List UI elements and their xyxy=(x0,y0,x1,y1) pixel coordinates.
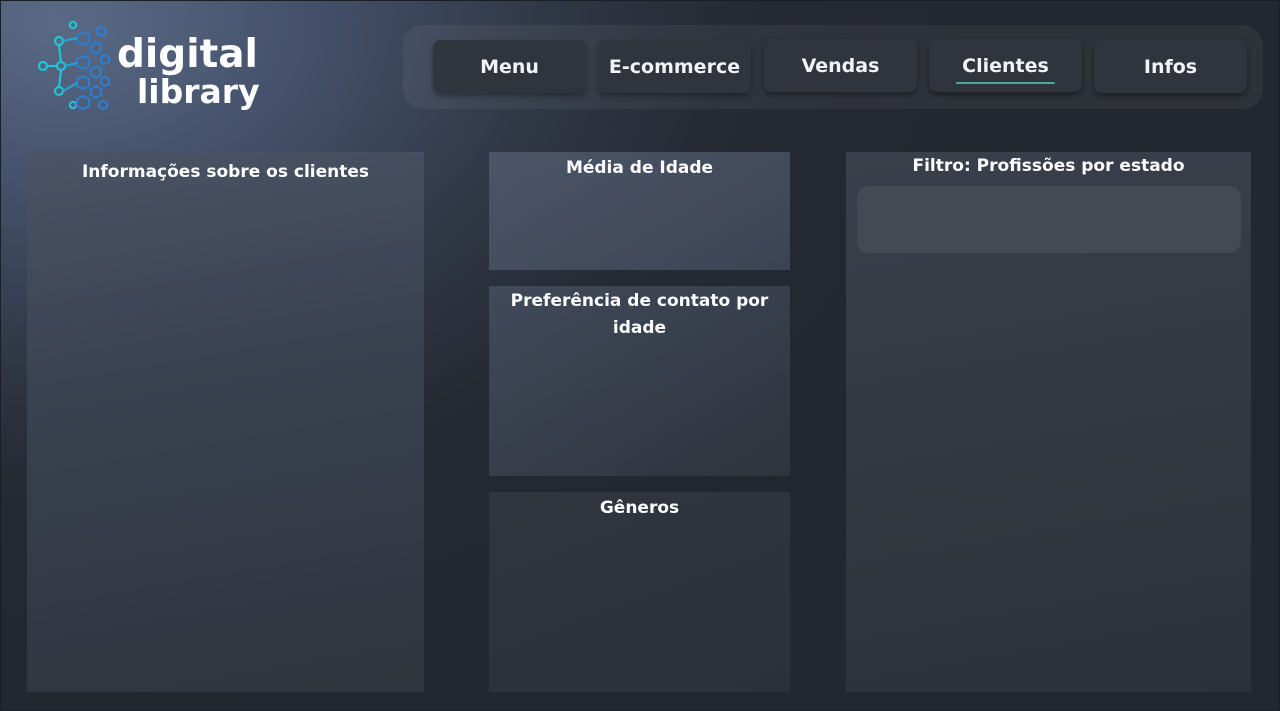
top-navigation: Menu E-commerce Vendas Clientes Infos xyxy=(403,25,1263,109)
generos-title: Gêneros xyxy=(599,498,680,518)
preferencia-contato-title: Preferência de contato por idade xyxy=(510,291,769,338)
media-idade-panel: Média de Idade xyxy=(489,152,790,270)
nav-vendas-label: Vendas xyxy=(801,54,880,77)
filtro-profissoes-title: Filtro: Profissões por estado xyxy=(912,156,1185,176)
preferencia-contato-panel: Preferência de contato por idade xyxy=(489,286,790,476)
network-globe-icon xyxy=(37,20,110,111)
filtro-select[interactable] xyxy=(857,186,1241,253)
nav-menu-button[interactable]: Menu xyxy=(433,40,586,93)
nav-vendas-button[interactable]: Vendas xyxy=(764,39,917,92)
nav-ecommerce-button[interactable]: E-commerce xyxy=(598,40,751,93)
nav-clientes-label: Clientes xyxy=(956,54,1055,84)
digital-library-logo: digital library xyxy=(35,17,265,117)
media-idade-title: Média de Idade xyxy=(565,158,714,178)
nav-infos-label: Infos xyxy=(1143,55,1198,78)
nav-ecommerce-label: E-commerce xyxy=(608,55,741,78)
nav-menu-label: Menu xyxy=(480,55,539,78)
nav-clientes-button[interactable]: Clientes xyxy=(929,39,1082,92)
clientes-info-panel: Informações sobre os clientes xyxy=(27,152,424,692)
logo-text-digital: digital xyxy=(117,32,258,77)
generos-panel: Gêneros xyxy=(489,492,790,692)
logo-text-library: library xyxy=(137,72,260,111)
clientes-info-title: Informações sobre os clientes xyxy=(81,162,370,182)
filtro-profissoes-panel: Filtro: Profissões por estado xyxy=(846,152,1251,692)
dashboard-app: digital library Menu E-commerce Vendas C… xyxy=(0,0,1280,711)
nav-infos-button[interactable]: Infos xyxy=(1094,40,1247,93)
